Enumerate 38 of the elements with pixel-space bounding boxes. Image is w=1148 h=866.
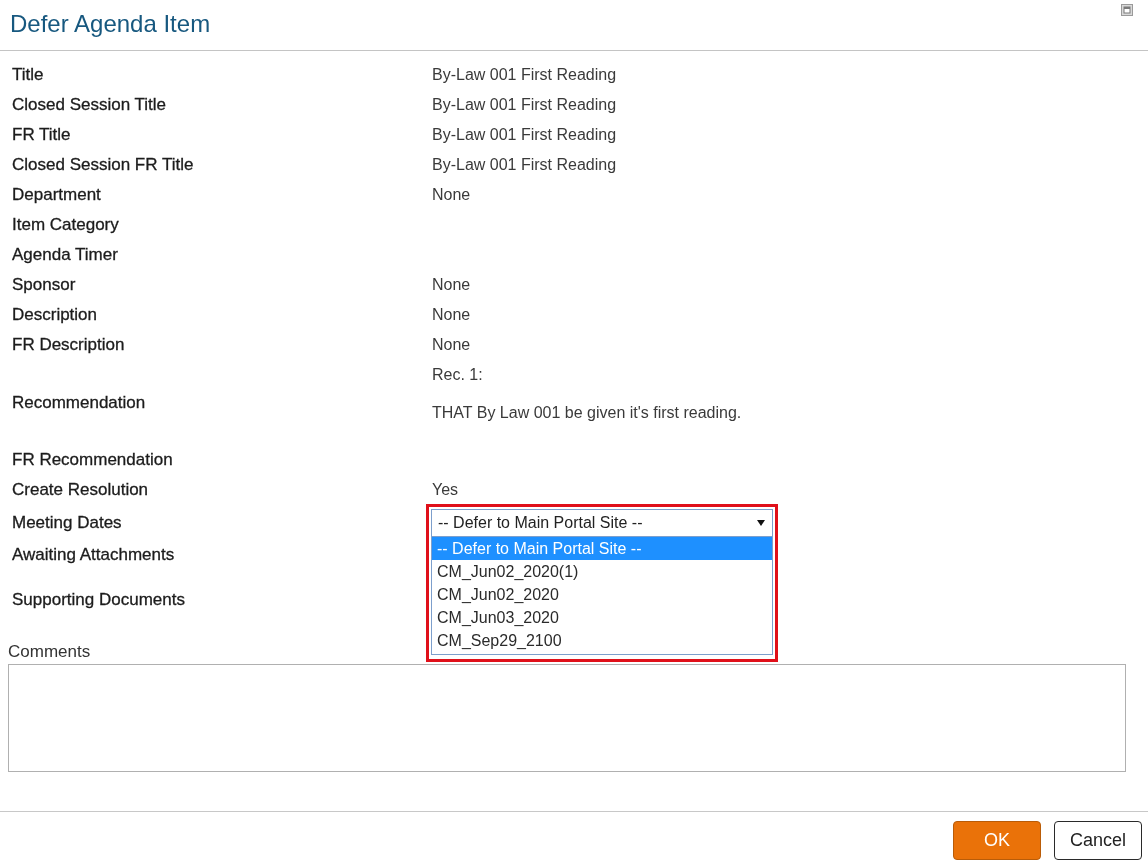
field-value: By-Law 001 First Reading (432, 156, 617, 174)
field-label: Closed Session FR Title (12, 155, 194, 175)
field-label: Supporting Documents (12, 590, 185, 610)
field-label: Meeting Dates (12, 512, 122, 533)
comments-label: Comments (8, 642, 91, 662)
meeting-date-select[interactable]: -- Defer to Main Portal Site -- (431, 508, 773, 537)
field-value: Yes (432, 481, 459, 499)
field-label: Recommendation (12, 392, 146, 413)
dropdown-option[interactable]: CM_Sep29_2100 (432, 628, 772, 652)
dropdown-option[interactable]: CM_Jun02_2020 (432, 582, 772, 606)
recommendation-heading: Rec. 1: (432, 365, 483, 385)
field-value: By-Law 001 First Reading (432, 126, 617, 144)
field-label: Awaiting Attachments (12, 545, 175, 565)
field-value: None (432, 186, 471, 204)
caret-icon (757, 519, 765, 526)
field-label: FR Title (12, 125, 71, 145)
maximize-icon[interactable] (1121, 4, 1133, 16)
field-value: None (432, 306, 471, 324)
comments-field[interactable] (8, 664, 1126, 772)
field-label: FR Recommendation (12, 450, 173, 470)
dropdown-option[interactable]: CM_Jun02_2020(1) (432, 559, 772, 583)
recommendation-text: THAT By Law 001 be given it's first reading. (432, 403, 742, 423)
field-value: By-Law 001 First Reading (432, 66, 617, 84)
field-label: Closed Session Title (12, 95, 167, 115)
field-label: Item Category (12, 215, 119, 235)
field-label: Sponsor (12, 275, 76, 295)
field-label: Create Resolution (12, 480, 149, 500)
field-label: Title (12, 65, 44, 85)
field-label: Agenda Timer (12, 245, 118, 265)
field-value: None (432, 276, 471, 294)
dialog-title: Defer Agenda Item (9, 9, 211, 39)
cancel-button[interactable]: Cancel (1054, 821, 1142, 860)
dropdown-option[interactable]: CM_Jun03_2020 (432, 605, 772, 629)
field-value: By-Law 001 First Reading (432, 96, 617, 114)
field-value: None (432, 336, 471, 354)
field-label: Description (12, 305, 98, 325)
field-label: Department (12, 185, 101, 205)
field-label: FR Description (12, 335, 125, 355)
